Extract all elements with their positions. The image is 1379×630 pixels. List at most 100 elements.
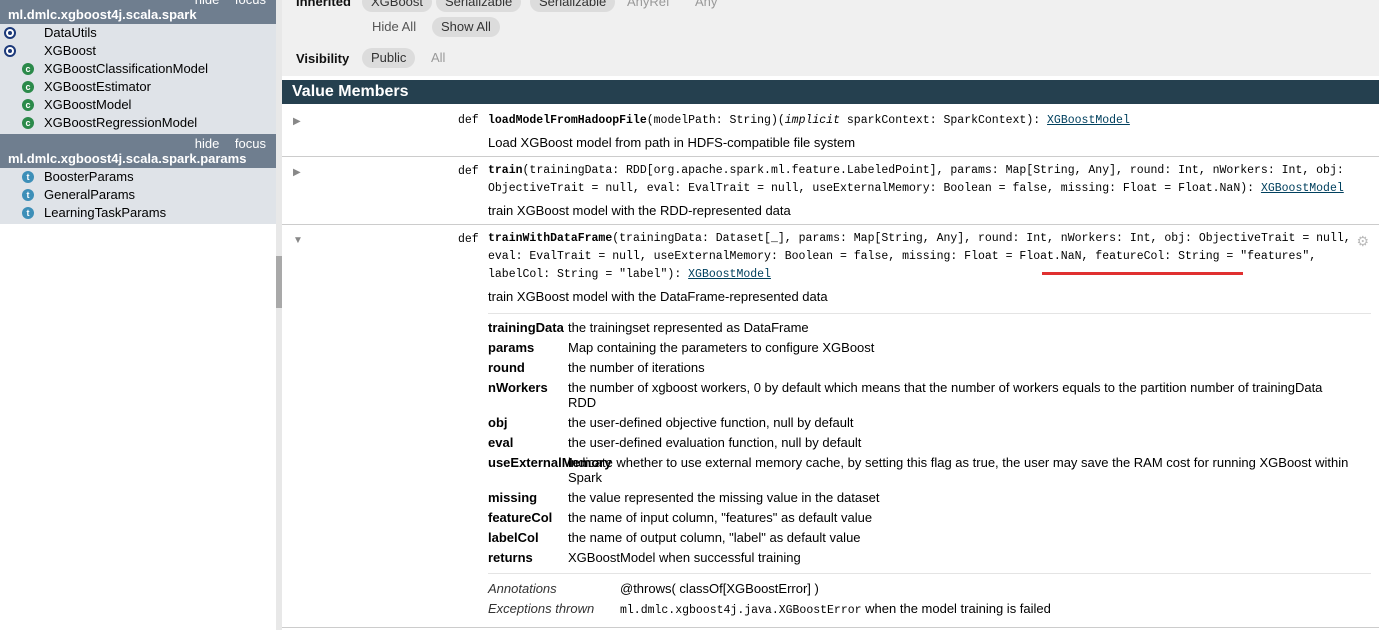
visibility-all-button[interactable]: All [422, 48, 454, 68]
item-label: XGBoostClassificationModel [44, 61, 209, 76]
inherited-label: Inherited [296, 0, 351, 9]
return-type-link[interactable]: XGBoostModel [688, 268, 771, 281]
object-icon [4, 27, 16, 39]
trait-icon: t [22, 189, 34, 201]
package-title[interactable]: ml.dmlc.xgboost4j.scala.spark.params [0, 150, 276, 168]
param-name: missing [488, 490, 538, 505]
param-desc: the user-defined objective function, nul… [568, 415, 854, 430]
visibility-public-button[interactable]: Public [362, 48, 416, 68]
inherited-anyref-pill[interactable]: AnyRef [618, 0, 679, 12]
param-name: trainingData [488, 320, 564, 335]
exception-class: ml.dmlc.xgboost4j.java.XGBoostError [620, 604, 862, 617]
member-loadmodelfromhadoopfile[interactable]: ▶ def loadModelFromHadoopFile(modelPath:… [282, 104, 1379, 157]
param-name: obj [488, 415, 508, 430]
inherited-any-pill[interactable]: Any [686, 0, 726, 12]
section-divider [488, 313, 1371, 314]
sidebar-item-xgboost[interactable]: XGBoost [0, 42, 276, 60]
member-trainwithdataframe[interactable]: ▼ def trainWithDataFrame(trainingData: D… [282, 225, 1379, 628]
member-name[interactable]: loadModelFromHadoopFile [488, 114, 647, 127]
member-name[interactable]: train [488, 164, 523, 177]
signature-params: (modelPath: String)( [646, 114, 785, 127]
permalink-icon[interactable]: ⚙ [1356, 233, 1369, 250]
signature-params: (trainingData: RDD[org.apache.spark.ml.f… [488, 164, 1344, 195]
item-label: BoosterParams [44, 169, 134, 184]
def-keyword: def [458, 233, 479, 246]
param-name: featureCol [488, 510, 553, 525]
exception-text: when the model training is failed [861, 601, 1051, 616]
inherited-serializable-pill-2[interactable]: Serializable [530, 0, 616, 12]
visibility-label: Visibility [296, 51, 350, 66]
class-icon: c [22, 81, 34, 93]
member-description: train XGBoost model with the RDD-represe… [488, 203, 791, 218]
main-content: Inherited XGBoost Serializable Serializa… [282, 0, 1379, 630]
package-item-list: DataUtils XGBoost c XGBoostClassificatio… [0, 24, 276, 134]
param-desc: XGBoostModel when successful training [568, 550, 801, 565]
param-desc: Map containing the parameters to configu… [568, 340, 875, 355]
section-divider [488, 573, 1371, 574]
annotations-label: Annotations [488, 581, 557, 596]
red-underline-annotation [1042, 272, 1243, 275]
member-signature: trainWithDataFrame(trainingData: Dataset… [488, 230, 1361, 284]
param-desc: the number of iterations [568, 360, 705, 375]
item-label: XGBoostEstimator [44, 79, 151, 94]
hide-all-button[interactable]: Hide All [363, 17, 425, 37]
param-name: eval [488, 435, 514, 450]
param-desc: the value represented the missing value … [568, 490, 880, 505]
sidebar-item-xgboostestimator[interactable]: c XGBoostEstimator [0, 78, 276, 96]
exceptions-label: Exceptions thrown [488, 601, 595, 616]
sidebar-item-learningtaskparams[interactable]: t LearningTaskParams [0, 204, 276, 222]
param-desc: the name of output column, "label" as de… [568, 530, 861, 545]
expand-arrow-icon[interactable]: ▶ [293, 167, 301, 178]
member-name[interactable]: trainWithDataFrame [488, 232, 612, 245]
param-desc: the name of input column, "features" as … [568, 510, 873, 525]
sidebar-item-xgboostmodel[interactable]: c XGBoostModel [0, 96, 276, 114]
def-keyword: def [458, 114, 479, 127]
def-keyword: def [458, 165, 479, 178]
member-description: train XGBoost model with the DataFrame-r… [488, 289, 828, 304]
param-desc: the user-defined evaluation function, nu… [568, 435, 862, 450]
param-name: labelCol [488, 530, 539, 545]
class-icon: c [22, 117, 34, 129]
inherited-serializable-pill[interactable]: Serializable [436, 0, 522, 12]
item-label: XGBoostRegressionModel [44, 115, 198, 130]
implicit-keyword: implicit [784, 114, 840, 127]
object-icon [4, 45, 16, 57]
expand-arrow-icon[interactable]: ▶ [293, 116, 301, 127]
item-label: LearningTaskParams [44, 205, 167, 220]
param-desc: the trainingset represented as DataFrame [568, 320, 809, 335]
param-desc: the number of xgboost workers, 0 by defa… [568, 380, 1323, 410]
sidebar-item-xgboostclassificationmodel[interactable]: c XGBoostClassificationModel [0, 60, 276, 78]
member-signature: loadModelFromHadoopFile(modelPath: Strin… [488, 112, 1365, 130]
value-members-header: Value Members [282, 80, 1379, 104]
collapse-arrow-icon[interactable]: ▼ [293, 235, 303, 246]
sidebar-item-boosterparams[interactable]: t BoosterParams [0, 168, 276, 186]
sidebar-item-xgboostregressionmodel[interactable]: c XGBoostRegressionModel [0, 114, 276, 132]
param-name: returns [488, 550, 533, 565]
item-label: XGBoost [44, 43, 97, 58]
member-description: Load XGBoost model from path in HDFS-com… [488, 135, 856, 150]
member-signature: train(trainingData: RDD[org.apache.spark… [488, 162, 1365, 198]
return-type-link[interactable]: XGBoostModel [1047, 114, 1130, 127]
inherited-xgboost-pill[interactable]: XGBoost [362, 0, 433, 12]
sidebar-item-generalparams[interactable]: t GeneralParams [0, 186, 276, 204]
member-train[interactable]: ▶ def train(trainingData: RDD[org.apache… [282, 157, 1379, 225]
trait-icon: t [22, 171, 34, 183]
hide-link[interactable]: hide [195, 136, 220, 151]
annotations-value: @throws( classOf[XGBoostError] ) [620, 581, 819, 596]
package-item-list: t BoosterParams t GeneralParams t Learni… [0, 168, 276, 224]
return-type-link[interactable]: XGBoostModel [1261, 182, 1344, 195]
focus-link[interactable]: focus [235, 136, 266, 151]
package-title[interactable]: ml.dmlc.xgboost4j.scala.spark [0, 6, 276, 24]
trait-icon: t [22, 207, 34, 219]
item-label: DataUtils [44, 25, 97, 40]
sidebar-item-datautils[interactable]: DataUtils [0, 24, 276, 42]
param-name: params [488, 340, 535, 355]
member-filters: Inherited XGBoost Serializable Serializa… [282, 0, 1379, 76]
exceptions-value: ml.dmlc.xgboost4j.java.XGBoostError when… [620, 601, 1051, 617]
package-sidebar: hide focus ml.dmlc.xgboost4j.scala.spark… [0, 0, 276, 630]
item-label: XGBoostModel [44, 97, 132, 112]
param-desc: indicate whether to use external memory … [568, 455, 1349, 485]
show-all-button[interactable]: Show All [432, 17, 500, 37]
signature-params-2: sparkContext: SparkContext): [839, 114, 1048, 127]
class-icon: c [22, 99, 34, 111]
